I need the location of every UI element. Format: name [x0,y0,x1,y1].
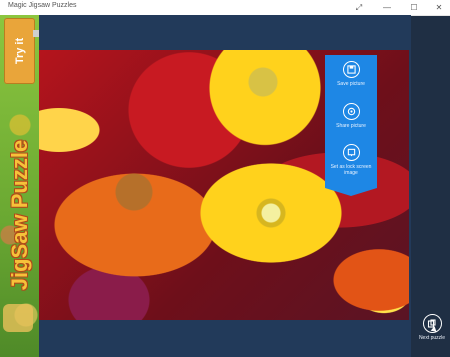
close-icon: ✕ [435,3,443,12]
maximize-button[interactable]: ☐ [400,0,428,15]
share-picture-button[interactable]: Share picture [325,103,377,129]
share-picture-label: Share picture [336,123,366,129]
try-it-button[interactable]: Try it [4,18,35,84]
next-puzzle-button[interactable]: Next puzzle [414,314,450,354]
next-puzzle-label: Next puzzle [418,335,446,341]
ad-banner[interactable]: Try it JigSaw Puzzle [0,15,39,357]
set-lock-screen-label: Set as lock screen image [330,164,372,176]
maximize-icon: ☐ [410,3,418,12]
set-lock-screen-button[interactable]: Set as lock screen image [325,144,377,176]
save-picture-button[interactable]: Save picture [325,61,377,87]
picture-actions-panel: Save picture Share picture Set as lock s… [325,55,377,196]
close-button[interactable]: ✕ [425,0,450,15]
minimize-icon: — [383,3,391,12]
lock-screen-icon [342,144,360,161]
window-title: Magic Jigsaw Puzzles [8,2,77,9]
expand-icon: ⤢ [355,2,363,12]
title-bar: Magic Jigsaw Puzzles ⤢ — ☐ ✕ [0,0,450,16]
share-icon [342,103,360,120]
puzzle-piece-icon [3,304,33,332]
try-it-label: Try it [13,37,26,65]
expand-button[interactable]: ⤢ [345,0,373,15]
save-icon [342,61,360,78]
ad-brand-text: JigSaw Puzzle [6,139,32,291]
minimize-button[interactable]: — [373,0,401,15]
save-picture-label: Save picture [337,81,365,87]
